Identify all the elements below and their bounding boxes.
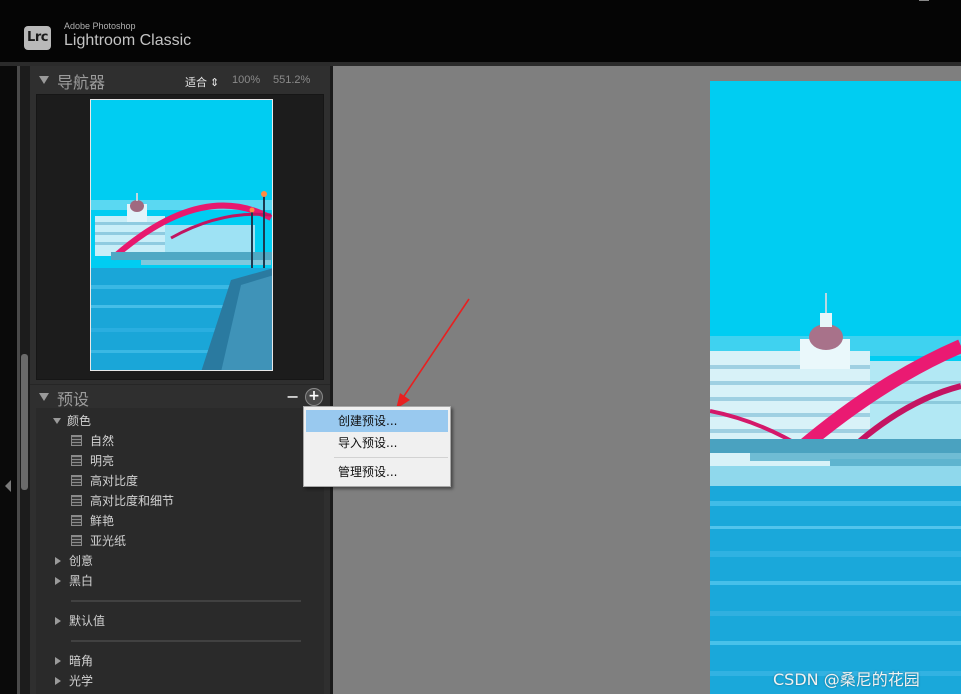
preset-group-vignette[interactable]: 暗角 xyxy=(55,652,93,672)
presets-list: 颜色 自然 明亮 高对比度 高对比度和细节 鲜艳 亚光纸 创意 黑白 默认值 暗… xyxy=(36,408,324,694)
navigator-thumbnail[interactable] xyxy=(90,99,273,371)
preset-group-label: 黑白 xyxy=(69,574,94,588)
preset-context-menu: 创建预设... 导入预设... 管理预设... xyxy=(303,406,451,487)
preset-icon xyxy=(71,495,82,506)
preset-item[interactable]: 高对比度 xyxy=(71,472,138,492)
menu-separator xyxy=(334,457,448,458)
preset-item[interactable]: 明亮 xyxy=(71,452,114,472)
lrc-logo-icon: Lrc xyxy=(24,26,51,50)
preset-label: 明亮 xyxy=(90,454,115,468)
preset-group-label: 光学 xyxy=(69,674,94,688)
title-bar: Lrc Adobe Photoshop Lightroom Classic xyxy=(0,0,961,62)
preset-group-creative[interactable]: 创意 xyxy=(55,552,93,572)
remove-preset-button[interactable]: − xyxy=(286,389,299,405)
preset-label: 高对比度 xyxy=(90,474,139,488)
zoom-fit-option[interactable]: 适合 ⇕ xyxy=(185,74,219,90)
zoom-100-option[interactable]: 100% xyxy=(232,74,260,86)
preset-label: 高对比度和细节 xyxy=(90,494,175,508)
presets-title: 预设 xyxy=(57,390,90,409)
presets-header[interactable]: 预设 xyxy=(30,385,330,409)
expand-triangle-icon[interactable] xyxy=(55,577,61,585)
expand-triangle-icon[interactable] xyxy=(55,557,61,565)
preset-label: 亚光纸 xyxy=(90,534,127,548)
preset-icon xyxy=(71,475,82,486)
navigator-preview[interactable] xyxy=(36,94,324,380)
brand-company: Adobe Photoshop xyxy=(64,21,136,31)
preset-group-defaults[interactable]: 默认值 xyxy=(55,612,105,632)
preset-icon xyxy=(71,455,82,466)
brand-product: Lightroom Classic xyxy=(64,32,192,49)
watermark: CSDN @桑尼的花园 xyxy=(773,670,920,689)
preset-group-color[interactable]: 颜色 xyxy=(53,412,91,432)
preset-icon xyxy=(71,435,82,446)
preset-item[interactable]: 亚光纸 xyxy=(71,532,126,552)
menu-item-manage-presets[interactable]: 管理预设... xyxy=(306,461,448,483)
collapse-triangle-icon[interactable] xyxy=(39,393,49,401)
expand-triangle-icon[interactable] xyxy=(55,657,61,665)
preset-icon xyxy=(71,535,82,546)
left-panel: 导航器 适合 ⇕ 100% 551.2% 预设 − + 颜色 自然 明亮 高对比… xyxy=(30,66,330,694)
panel-scrollbar-thumb[interactable] xyxy=(21,354,28,490)
preset-label: 鲜艳 xyxy=(90,514,115,528)
preset-icon xyxy=(71,515,82,526)
navigator-title: 导航器 xyxy=(57,73,106,92)
preset-label: 自然 xyxy=(90,434,115,448)
preset-group-bw[interactable]: 黑白 xyxy=(55,572,93,592)
preset-item[interactable]: 自然 xyxy=(71,432,114,452)
menu-item-import-presets[interactable]: 导入预设... xyxy=(306,432,448,454)
navigator-header[interactable]: 导航器 适合 ⇕ 100% 551.2% xyxy=(30,68,330,92)
group-divider xyxy=(71,600,301,602)
preset-group-optics[interactable]: 光学 xyxy=(55,672,93,692)
menu-item-create-preset[interactable]: 创建预设... xyxy=(306,410,448,432)
zoom-551-option[interactable]: 551.2% xyxy=(273,74,310,86)
preset-group-label: 颜色 xyxy=(67,414,92,428)
collapse-left-panel-icon[interactable] xyxy=(5,480,11,492)
preset-item[interactable]: 高对比度和细节 xyxy=(71,492,174,512)
collapse-triangle-icon[interactable] xyxy=(39,76,49,84)
expand-triangle-icon[interactable] xyxy=(53,418,61,424)
left-gutter xyxy=(0,66,17,694)
preset-item[interactable]: 鲜艳 xyxy=(71,512,114,532)
preset-group-label: 默认值 xyxy=(69,614,106,628)
main-photo-image xyxy=(710,81,961,694)
thumbnail-photo xyxy=(91,100,272,370)
preset-group-label: 创意 xyxy=(69,554,94,568)
expand-triangle-icon[interactable] xyxy=(55,617,61,625)
group-divider xyxy=(71,640,301,642)
expand-triangle-icon[interactable] xyxy=(55,677,61,685)
preset-group-label: 暗角 xyxy=(69,654,94,668)
add-preset-button[interactable]: + xyxy=(305,388,323,406)
minimize-icon[interactable] xyxy=(919,0,929,3)
red-arrow-annotation xyxy=(396,298,470,409)
main-photo[interactable] xyxy=(710,81,961,694)
